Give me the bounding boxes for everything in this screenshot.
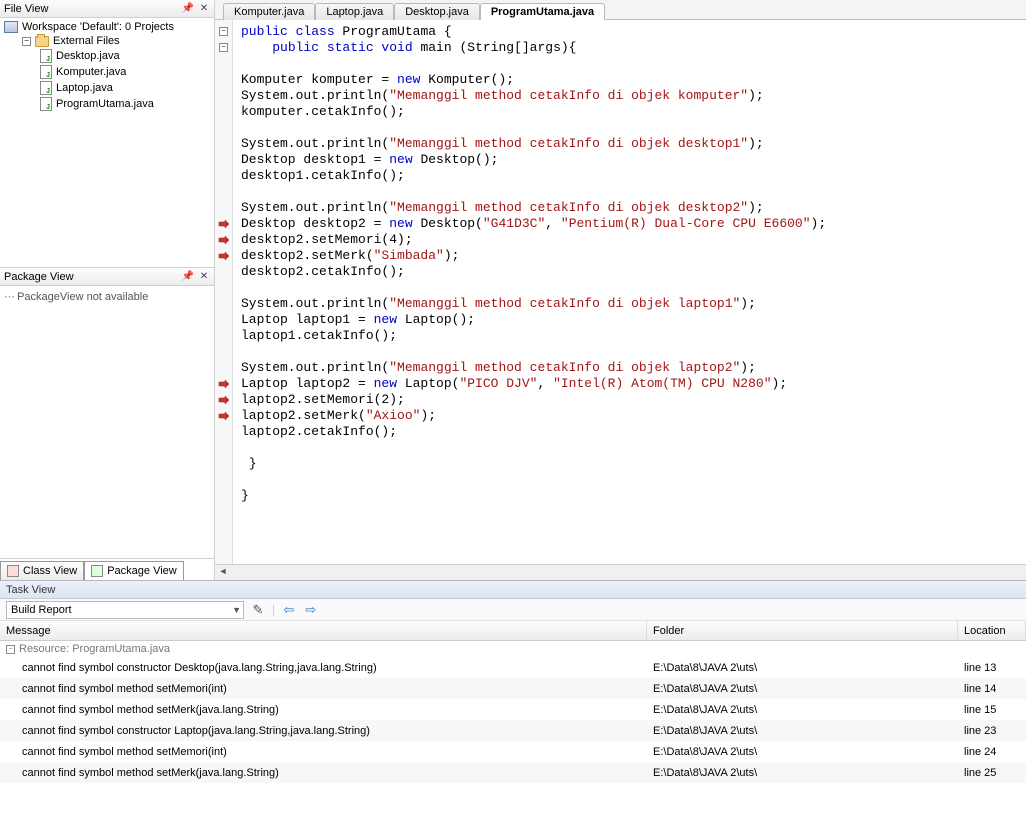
error-arrow-icon [218, 218, 230, 230]
task-row[interactable]: cannot find symbol method setMemori(int)… [0, 678, 1026, 699]
col-location[interactable]: Location [958, 621, 1026, 640]
java-file-icon [40, 49, 52, 63]
editor-tab[interactable]: Desktop.java [394, 3, 480, 20]
arrow-left-icon[interactable]: ⇦ [281, 602, 297, 618]
error-arrow-icon [218, 394, 230, 406]
java-file-icon [40, 65, 52, 79]
cell-folder: E:\Data\8\JAVA 2\uts\ [647, 660, 958, 676]
horizontal-scrollbar[interactable]: ◄ [215, 564, 1026, 580]
task-row[interactable]: cannot find symbol method setMemori(int)… [0, 741, 1026, 762]
cell-message: cannot find symbol method setMerk(java.l… [0, 765, 647, 781]
task-view-header: Task View [0, 581, 1026, 599]
col-message[interactable]: Message [0, 621, 647, 640]
workspace-icon [4, 21, 18, 33]
chevron-down-icon: ▼ [232, 605, 241, 615]
resource-label: Resource: ProgramUtama.java [19, 643, 170, 655]
cell-location: line 24 [958, 744, 1026, 760]
package-view-title: Package View [4, 271, 178, 283]
file-label: Komputer.java [56, 66, 126, 78]
pin-icon[interactable]: 📌 [182, 271, 194, 283]
file-view-title: File View [4, 3, 178, 15]
task-row[interactable]: cannot find symbol constructor Laptop(ja… [0, 720, 1026, 741]
file-node[interactable]: ProgramUtama.java [4, 96, 210, 112]
fold-icon[interactable]: − [219, 43, 228, 52]
collapse-icon[interactable]: − [6, 645, 15, 654]
package-view-icon [91, 565, 103, 577]
task-table-header: Message Folder Location [0, 621, 1026, 641]
error-arrow-icon [218, 378, 230, 390]
file-view-header: File View 📌 ✕ [0, 0, 214, 18]
cell-location: line 25 [958, 765, 1026, 781]
workspace-node[interactable]: Workspace 'Default': 0 Projects [4, 20, 210, 34]
cell-folder: E:\Data\8\JAVA 2\uts\ [647, 681, 958, 697]
error-arrow-icon [218, 410, 230, 422]
editor-tabs: Komputer.javaLaptop.javaDesktop.javaProg… [215, 0, 1026, 20]
cell-message: cannot find symbol constructor Desktop(j… [0, 660, 647, 676]
task-row[interactable]: cannot find symbol constructor Desktop(j… [0, 657, 1026, 678]
scroll-left-icon[interactable]: ◄ [215, 566, 231, 580]
file-label: Laptop.java [56, 82, 113, 94]
file-node[interactable]: Laptop.java [4, 80, 210, 96]
file-node[interactable]: Desktop.java [4, 48, 210, 64]
close-icon[interactable]: ✕ [198, 3, 210, 15]
arrow-right-icon[interactable]: ⇨ [303, 602, 319, 618]
task-row[interactable]: cannot find symbol method setMerk(java.l… [0, 762, 1026, 783]
edit-icon[interactable]: ✎ [250, 602, 266, 618]
task-view-title: Task View [6, 584, 55, 596]
file-view-panel: Workspace 'Default': 0 Projects − Extern… [0, 18, 214, 268]
file-label: Desktop.java [56, 50, 120, 62]
task-row[interactable]: cannot find symbol method setMerk(java.l… [0, 699, 1026, 720]
external-files-node[interactable]: − External Files [4, 34, 210, 48]
editor-gutter: −− [215, 20, 233, 564]
task-view-toolbar: Build Report ▼ ✎ | ⇦ ⇨ [0, 599, 1026, 621]
cell-folder: E:\Data\8\JAVA 2\uts\ [647, 723, 958, 739]
file-node[interactable]: Komputer.java [4, 64, 210, 80]
cell-folder: E:\Data\8\JAVA 2\uts\ [647, 765, 958, 781]
fold-icon[interactable]: − [219, 27, 228, 36]
cell-folder: E:\Data\8\JAVA 2\uts\ [647, 744, 958, 760]
external-files-label: External Files [53, 35, 120, 47]
folder-icon [35, 36, 49, 47]
class-view-icon [7, 565, 19, 577]
collapse-icon[interactable]: − [22, 37, 31, 46]
editor-tab[interactable]: ProgramUtama.java [480, 3, 605, 20]
code-editor[interactable]: public class ProgramUtama { public stati… [233, 20, 1026, 564]
cell-location: line 14 [958, 681, 1026, 697]
package-view-header: Package View 📌 ✕ [0, 268, 214, 286]
java-file-icon [40, 97, 52, 111]
error-arrow-icon [218, 250, 230, 262]
pin-icon[interactable]: 📌 [182, 3, 194, 15]
cell-message: cannot find symbol method setMerk(java.l… [0, 702, 647, 718]
editor-tab[interactable]: Laptop.java [315, 3, 394, 20]
close-icon[interactable]: ✕ [198, 271, 210, 283]
cell-folder: E:\Data\8\JAVA 2\uts\ [647, 702, 958, 718]
cell-location: line 15 [958, 702, 1026, 718]
tab-package-view[interactable]: Package View [84, 561, 184, 580]
cell-location: line 13 [958, 660, 1026, 676]
editor-tab[interactable]: Komputer.java [223, 3, 315, 20]
file-label: ProgramUtama.java [56, 98, 154, 110]
task-table-body: − Resource: ProgramUtama.java cannot fin… [0, 641, 1026, 834]
workspace-label: Workspace 'Default': 0 Projects [22, 21, 174, 33]
col-folder[interactable]: Folder [647, 621, 958, 640]
package-view-message: PackageView not available [17, 291, 148, 303]
cell-location: line 23 [958, 723, 1026, 739]
resource-group-row[interactable]: − Resource: ProgramUtama.java [0, 641, 1026, 657]
package-view-body: ⋯ PackageView not available [0, 286, 214, 558]
build-report-combo[interactable]: Build Report ▼ [6, 601, 244, 619]
tab-class-view[interactable]: Class View [0, 561, 84, 580]
cell-message: cannot find symbol method setMemori(int) [0, 744, 647, 760]
java-file-icon [40, 81, 52, 95]
tree-dots-icon: ⋯ [4, 290, 14, 303]
cell-message: cannot find symbol constructor Laptop(ja… [0, 723, 647, 739]
cell-message: cannot find symbol method setMemori(int) [0, 681, 647, 697]
error-arrow-icon [218, 234, 230, 246]
left-bottom-tabs: Class View Package View [0, 558, 214, 580]
